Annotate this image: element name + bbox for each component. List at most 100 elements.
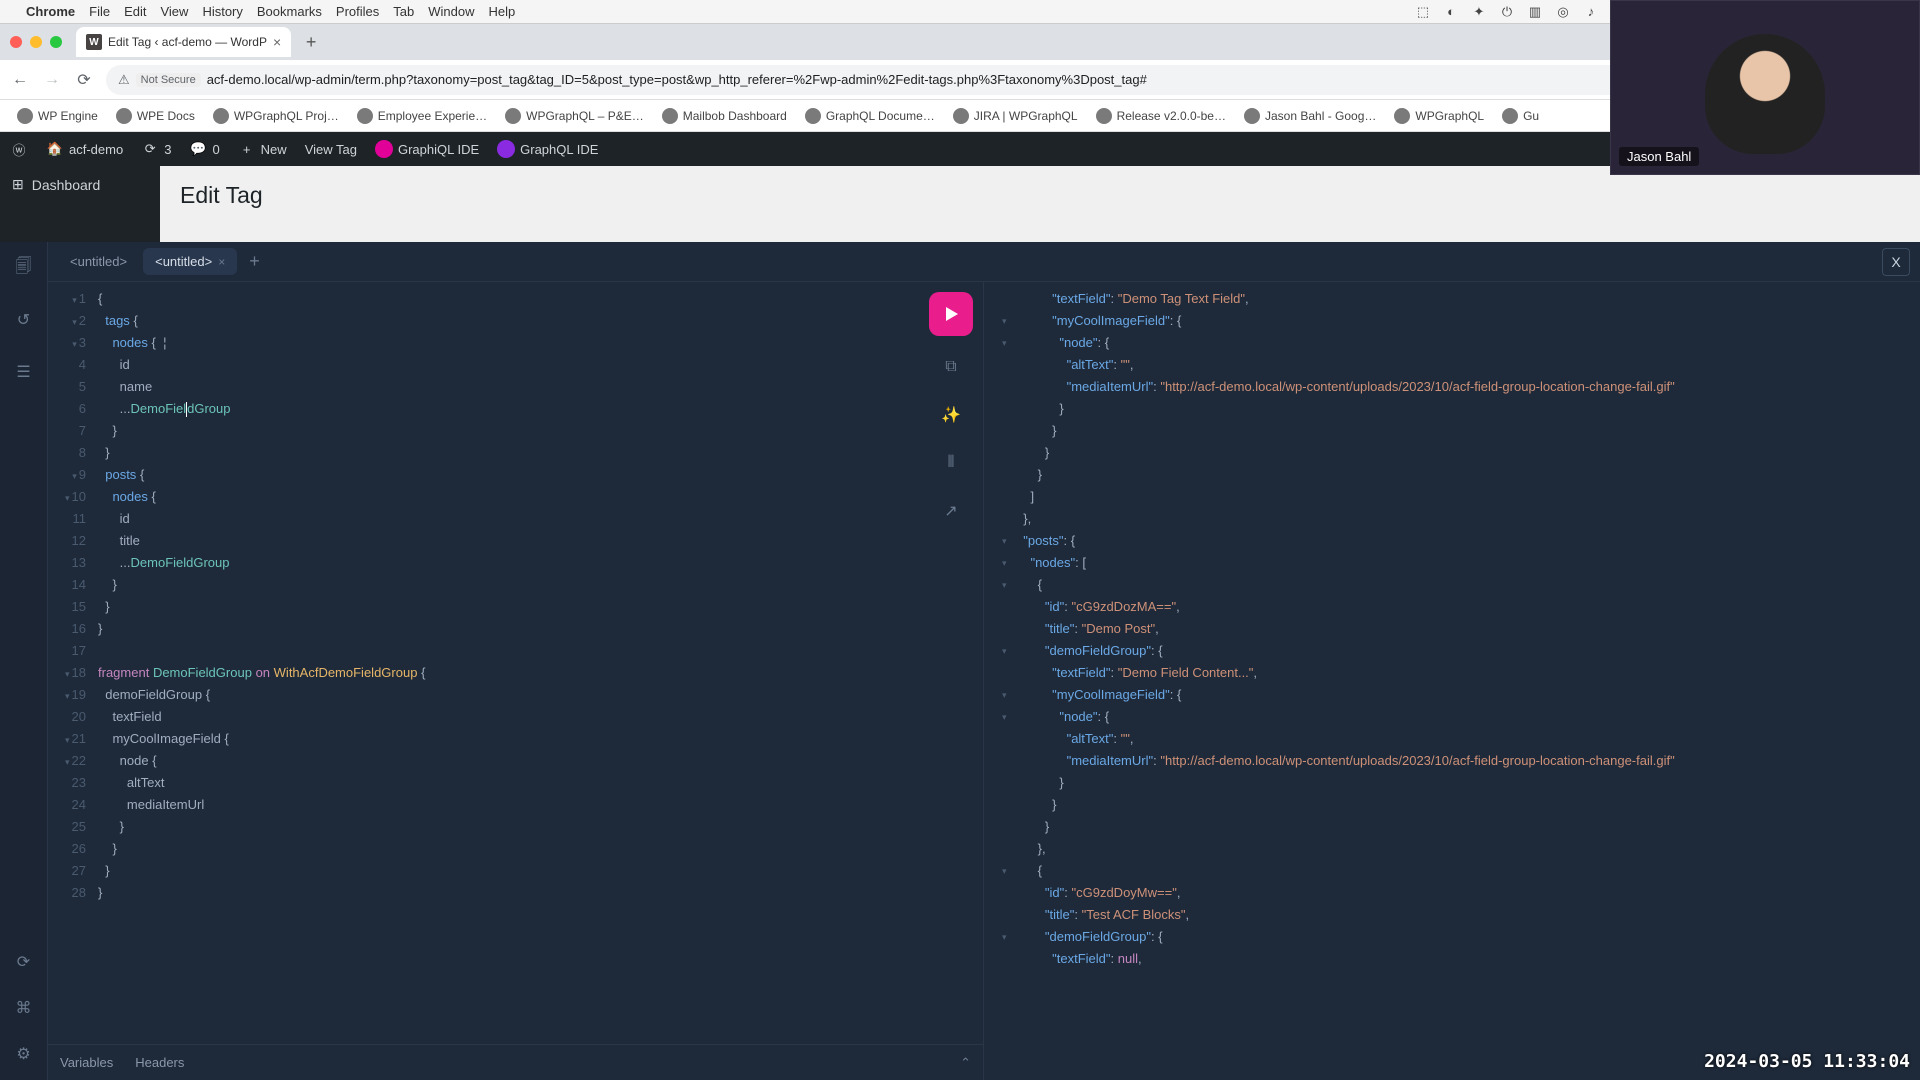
site-name[interactable]: 🏠acf-demo	[46, 140, 123, 158]
close-window-button[interactable]	[10, 36, 22, 48]
wp-logo[interactable]: ⓦ	[10, 140, 28, 158]
bookmark-favicon-icon	[505, 108, 521, 124]
graphql-ide-link[interactable]: GraphQL IDE	[497, 140, 598, 158]
bookmark-item[interactable]: WPGraphQL – P&E…	[498, 104, 651, 128]
prettify-icon[interactable]: ✨	[934, 398, 968, 432]
history-icon[interactable]: ↺	[12, 308, 36, 332]
bookmark-label: WPE Docs	[137, 109, 195, 123]
bookmark-favicon-icon	[116, 108, 132, 124]
editor-bottom-tabs: Variables Headers ⌃	[48, 1044, 983, 1080]
forward-button[interactable]: →	[42, 71, 62, 89]
maximize-window-button[interactable]	[50, 36, 62, 48]
merge-icon[interactable]: ⫴	[934, 446, 968, 480]
mac-menu-item[interactable]: View	[160, 4, 188, 19]
bookmark-favicon-icon	[1096, 108, 1112, 124]
back-button[interactable]: ←	[10, 71, 30, 89]
bookmark-favicon-icon	[662, 108, 678, 124]
bookmark-item[interactable]: Employee Experie…	[350, 104, 494, 128]
window-controls	[10, 36, 62, 48]
new-tab-button[interactable]: +	[299, 32, 323, 53]
bookmark-label: WPGraphQL – P&E…	[526, 109, 644, 123]
query-tab-active[interactable]: <untitled>×	[143, 248, 237, 275]
bookmark-item[interactable]: JIRA | WPGraphQL	[946, 104, 1085, 128]
bookmark-label: Gu	[1523, 109, 1539, 123]
variables-tab[interactable]: Variables	[60, 1055, 113, 1070]
settings-icon[interactable]: ⚙	[12, 1042, 36, 1066]
result-pane[interactable]: "textField": "Demo Tag Text Field",▾ "my…	[984, 282, 1920, 1080]
mac-menu-item[interactable]: File	[89, 4, 110, 19]
bookmark-item[interactable]: WP Engine	[10, 104, 105, 128]
webcam-person	[1705, 34, 1825, 154]
status-icon[interactable]: ▥	[1526, 3, 1544, 21]
bookmark-favicon-icon	[1502, 108, 1518, 124]
close-tab-icon[interactable]: ×	[273, 34, 281, 50]
status-icon[interactable]: ⬚	[1414, 3, 1432, 21]
bookmark-item[interactable]: Mailbob Dashboard	[655, 104, 794, 128]
mac-menu-item[interactable]: Edit	[124, 4, 146, 19]
bookmark-label: Release v2.0.0-be…	[1117, 109, 1226, 123]
mac-menu-item[interactable]: Tab	[393, 4, 414, 19]
mac-menu-item[interactable]: History	[202, 4, 242, 19]
bookmark-item[interactable]: GraphQL Docume…	[798, 104, 942, 128]
status-icon[interactable]: ✦	[1470, 3, 1488, 21]
dashboard-icon: ⊞	[12, 176, 24, 193]
bookmark-favicon-icon	[357, 108, 373, 124]
status-icon[interactable]: ◐	[1442, 3, 1460, 21]
close-tab-icon[interactable]: ×	[218, 255, 225, 269]
graphiql-ide: 🗐 ↺ ☰ ⟳ ⌘ ⚙ <untitled> <untitled>× + X ▾…	[0, 242, 1920, 1080]
bookmark-item[interactable]: Gu	[1495, 104, 1546, 128]
reload-button[interactable]: ⟳	[74, 70, 94, 90]
status-icon[interactable]: ♪	[1582, 3, 1600, 21]
new-content[interactable]: +New	[238, 140, 287, 158]
bookmark-favicon-icon	[1244, 108, 1260, 124]
ide-tabs: <untitled> <untitled>× + X	[48, 242, 1920, 282]
copy-query-icon[interactable]: ⧉	[934, 350, 968, 384]
mac-menu-item[interactable]: Help	[489, 4, 516, 19]
query-code[interactable]: { tags { nodes { ¦ id name ...DemoFieldG…	[94, 288, 983, 1044]
query-editor[interactable]: ▾1▾2▾345678▾9▾1011121314151617▾18▾1920▾2…	[48, 282, 983, 1044]
share-icon[interactable]: ↗	[934, 494, 968, 528]
bookmark-item[interactable]: WPGraphQL Proj…	[206, 104, 346, 128]
page-title: Edit Tag	[180, 182, 1900, 209]
bookmark-label: Employee Experie…	[378, 109, 487, 123]
headers-tab[interactable]: Headers	[135, 1055, 184, 1070]
graphiql-ide-link[interactable]: GraphiQL IDE	[375, 140, 479, 158]
ide-panes: ▾1▾2▾345678▾9▾1011121314151617▾18▾1920▾2…	[48, 282, 1920, 1080]
close-ide-button[interactable]: X	[1882, 248, 1910, 276]
explorer-icon[interactable]: ☰	[12, 360, 36, 384]
new-query-tab-button[interactable]: +	[241, 251, 268, 272]
query-tab[interactable]: <untitled>	[58, 248, 139, 275]
bookmark-item[interactable]: Release v2.0.0-be…	[1089, 104, 1233, 128]
refetch-icon[interactable]: ⟳	[12, 950, 36, 974]
mac-menu-item[interactable]: Profiles	[336, 4, 379, 19]
url-text: acf-demo.local/wp-admin/term.php?taxonom…	[207, 72, 1147, 87]
security-warning-icon[interactable]: ⚠	[118, 72, 130, 88]
bookmark-label: JIRA | WPGraphQL	[974, 109, 1078, 123]
editor-actions: ⧉ ✨ ⫴ ↗	[929, 292, 973, 528]
view-tag[interactable]: View Tag	[305, 142, 357, 157]
comments-count[interactable]: 💬0	[189, 140, 219, 158]
bookmark-item[interactable]: WPGraphQL	[1387, 104, 1491, 128]
status-icon[interactable]: ⏻	[1498, 3, 1516, 21]
mac-menu-item[interactable]: Bookmarks	[257, 4, 322, 19]
toggle-panel-icon[interactable]: ⌃	[960, 1055, 971, 1071]
docs-icon[interactable]: 🗐	[12, 256, 36, 280]
bookmark-item[interactable]: Jason Bahl - Goog…	[1237, 104, 1383, 128]
minimize-window-button[interactable]	[30, 36, 42, 48]
bookmark-label: WP Engine	[38, 109, 98, 123]
updates-count[interactable]: ⟳3	[141, 140, 171, 158]
mac-menu-item[interactable]: Window	[428, 4, 474, 19]
run-query-button[interactable]	[929, 292, 973, 336]
bookmark-item[interactable]: WPE Docs	[109, 104, 202, 128]
sidebar-item-dashboard[interactable]: ⊞ Dashboard	[0, 166, 160, 203]
bookmark-favicon-icon	[213, 108, 229, 124]
graphql-icon	[497, 140, 515, 158]
status-icon[interactable]: ◎	[1554, 3, 1572, 21]
bookmark-label: GraphQL Docume…	[826, 109, 935, 123]
shortcuts-icon[interactable]: ⌘	[12, 996, 36, 1020]
bookmark-label: WPGraphQL	[1415, 109, 1484, 123]
app-name[interactable]: Chrome	[26, 4, 75, 19]
bookmark-favicon-icon	[805, 108, 821, 124]
graphql-icon	[375, 140, 393, 158]
browser-tab[interactable]: W Edit Tag ‹ acf-demo — WordP ×	[76, 27, 291, 57]
